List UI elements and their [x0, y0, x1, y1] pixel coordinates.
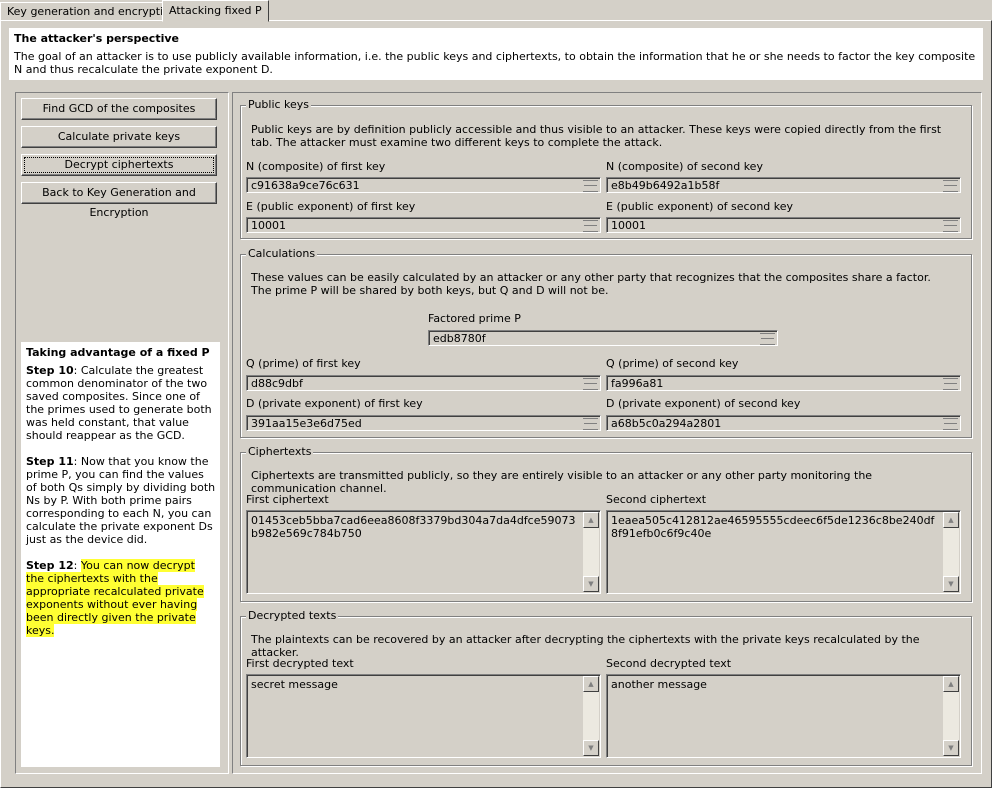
- q1-label: Q (prime) of first key: [246, 357, 361, 370]
- e1-value: 10001: [251, 219, 286, 232]
- d1-field[interactable]: 391aa15e3e6d75ed: [246, 415, 601, 431]
- e2-value: 10001: [611, 219, 646, 232]
- spinner-icon[interactable]: [583, 378, 598, 390]
- q2-label: Q (prime) of second key: [606, 357, 739, 370]
- d1-value: 391aa15e3e6d75ed: [251, 417, 362, 430]
- e1-field[interactable]: 10001: [246, 217, 601, 233]
- calculations-group: Calculations These values can be easily …: [240, 247, 972, 438]
- c2-value: 1eaea505c412812ae46595555cdeec6f5de1236c…: [611, 514, 935, 540]
- public-keys-legend: Public keys: [246, 98, 312, 111]
- calculations-legend: Calculations: [246, 247, 318, 260]
- m2-value: another message: [611, 678, 707, 691]
- d2-value: a68b5c0a294a2801: [611, 417, 722, 430]
- spinner-icon[interactable]: [583, 180, 598, 192]
- step-10-label: Step 10: [26, 364, 74, 377]
- spinner-icon[interactable]: [943, 180, 958, 192]
- decrypted-legend: Decrypted texts: [246, 609, 339, 622]
- ciphertexts-group: Ciphertexts Ciphertexts are transmitted …: [240, 445, 972, 602]
- ciphertexts-legend: Ciphertexts: [246, 445, 314, 458]
- step-12: Step 12: You can now decrypt the ciphert…: [26, 559, 216, 637]
- scroll-down-arrow-icon[interactable]: ▼: [943, 576, 959, 592]
- tab-attacking-fixed-p[interactable]: Attacking fixed P: [162, 0, 269, 22]
- steps-title: Taking advantage of a fixed P: [26, 346, 210, 359]
- header-text: The goal of an attacker is to use public…: [14, 50, 976, 76]
- c2-label: Second ciphertext: [606, 493, 707, 506]
- calculate-private-keys-button[interactable]: Calculate private keys: [21, 126, 217, 148]
- n1-value: c91638a9ce76c631: [251, 179, 360, 192]
- p-label: Factored prime P: [428, 312, 521, 325]
- q1-value: d88c9dbf: [251, 377, 303, 390]
- d1-label: D (private exponent) of first key: [246, 397, 423, 410]
- ciphertexts-description: Ciphertexts are transmitted publicly, so…: [251, 469, 873, 495]
- step-11-label: Step 11: [26, 455, 74, 468]
- decrypt-ciphertexts-button[interactable]: Decrypt ciphertexts: [21, 154, 217, 176]
- step-11: Step 11: Now that you know the prime P, …: [26, 455, 216, 546]
- e2-field[interactable]: 10001: [606, 217, 961, 233]
- right-panel: Public keys Public keys are by definitio…: [232, 92, 982, 774]
- m1-value: secret message: [251, 678, 338, 691]
- spinner-icon[interactable]: [583, 418, 598, 430]
- tab-bar: Key generation and encryption Attacking …: [0, 0, 992, 22]
- decrypted-texts-group: Decrypted texts The plaintexts can be re…: [240, 609, 972, 766]
- scroll-up-arrow-icon[interactable]: ▲: [943, 512, 959, 528]
- step-10: Step 10: Calculate the greatest common d…: [26, 364, 216, 442]
- q1-field[interactable]: d88c9dbf: [246, 375, 601, 391]
- p-field[interactable]: edb8780f: [428, 330, 778, 346]
- scroll-down-arrow-icon[interactable]: ▼: [943, 740, 959, 756]
- step-12-separator: :: [73, 559, 81, 572]
- n1-label: N (composite) of first key: [246, 160, 386, 173]
- d2-label: D (private exponent) of second key: [606, 397, 801, 410]
- find-gcd-button[interactable]: Find GCD of the composites: [21, 98, 217, 120]
- steps-panel: Taking advantage of a fixed P Step 10: C…: [21, 342, 220, 767]
- spinner-icon[interactable]: [760, 333, 775, 345]
- header-title: The attacker's perspective: [14, 32, 179, 45]
- c1-value: 01453ceb5bba7cad6eea8608f3379bd304a7da4d…: [251, 514, 576, 540]
- p-value: edb8780f: [433, 332, 486, 345]
- m1-textarea[interactable]: secret message ▲ ▼: [246, 674, 601, 758]
- back-to-key-generation-button[interactable]: Back to Key Generation and Encryption: [21, 182, 217, 219]
- m2-textarea[interactable]: another message ▲ ▼: [606, 674, 961, 758]
- scroll-down-arrow-icon[interactable]: ▼: [583, 576, 599, 592]
- spinner-icon[interactable]: [943, 378, 958, 390]
- scroll-up-arrow-icon[interactable]: ▲: [583, 512, 599, 528]
- n2-label: N (composite) of second key: [606, 160, 763, 173]
- scroll-up-arrow-icon[interactable]: ▲: [943, 676, 959, 692]
- scroll-up-arrow-icon[interactable]: ▲: [583, 676, 599, 692]
- n2-field[interactable]: e8b49b6492a1b58f: [606, 177, 961, 193]
- scroll-down-arrow-icon[interactable]: ▼: [583, 740, 599, 756]
- step-12-label: Step 12: [26, 559, 74, 572]
- q2-field[interactable]: fa996a81: [606, 375, 961, 391]
- e2-label: E (public exponent) of second key: [606, 200, 794, 213]
- info-header: The attacker's perspective The goal of a…: [9, 28, 983, 80]
- e1-label: E (public exponent) of first key: [246, 200, 416, 213]
- d2-field[interactable]: a68b5c0a294a2801: [606, 415, 961, 431]
- n1-field[interactable]: c91638a9ce76c631: [246, 177, 601, 193]
- m1-label: First decrypted text: [246, 657, 354, 670]
- public-keys-group: Public keys Public keys are by definitio…: [240, 98, 972, 239]
- spinner-icon[interactable]: [943, 418, 958, 430]
- tab-key-generation[interactable]: Key generation and encryption: [0, 2, 184, 21]
- c1-textarea[interactable]: 01453ceb5bba7cad6eea8608f3379bd304a7da4d…: [246, 510, 601, 594]
- c2-scrollbar[interactable]: ▲ ▼: [943, 512, 959, 592]
- c1-label: First ciphertext: [246, 493, 329, 506]
- q2-value: fa996a81: [611, 377, 664, 390]
- m2-scrollbar[interactable]: ▲ ▼: [943, 676, 959, 756]
- spinner-icon[interactable]: [943, 220, 958, 232]
- public-keys-description: Public keys are by definition publicly a…: [251, 123, 942, 149]
- m1-scrollbar[interactable]: ▲ ▼: [583, 676, 599, 756]
- c2-textarea[interactable]: 1eaea505c412812ae46595555cdeec6f5de1236c…: [606, 510, 961, 594]
- spinner-icon[interactable]: [583, 220, 598, 232]
- calculations-description: These values can be easily calculated by…: [251, 271, 931, 297]
- m2-label: Second decrypted text: [606, 657, 732, 670]
- decrypted-description: The plaintexts can be recovered by an at…: [251, 633, 920, 659]
- c1-scrollbar[interactable]: ▲ ▼: [583, 512, 599, 592]
- step-11-text: : Now that you know the prime P, you can…: [26, 455, 216, 546]
- n2-value: e8b49b6492a1b58f: [611, 179, 720, 192]
